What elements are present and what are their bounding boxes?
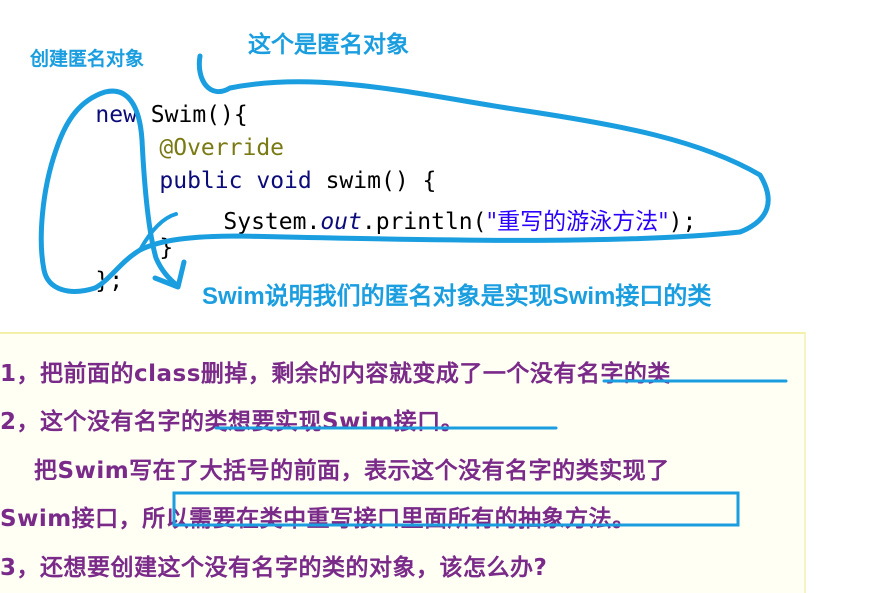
code-text: } [159, 235, 174, 261]
note-create-anon-object: 创建匿名对象 [30, 49, 145, 70]
slide-line-4: Swim接口，所以需要在类中重写接口里面所有的抽象方法。 [0, 506, 636, 532]
code-text: .println( [361, 209, 487, 235]
string-literal: "重写的游泳方法" [486, 209, 669, 235]
note-swim-explanation: Swim说明我们的匿名对象是实现Swim接口的类 [202, 283, 712, 310]
code-text: System. [223, 209, 321, 235]
field-out: out [320, 209, 362, 235]
code-text: }; [95, 268, 124, 294]
slide-line-3: 把Swim写在了大括号的前面，表示这个没有名字的类实现了 [34, 458, 670, 484]
code-screenshot: new Swim(){ @Override public void swim()… [0, 0, 886, 332]
slide-line-1: 1，把前面的class删掉，剩余的内容就变成了一个没有名字的类 [0, 361, 671, 387]
code-line-println: System.out.println("重写的游泳方法"); [168, 176, 696, 262]
note-this-is-anon-object: 这个是匿名对象 [248, 31, 409, 57]
code-text: ); [668, 209, 697, 235]
slide-line-5: 3，还想要创建这个没有名字的类的对象，该怎么办? [0, 555, 548, 581]
explanation-slide: 1，把前面的class删掉，剩余的内容就变成了一个没有名字的类 2，这个没有名字… [0, 332, 806, 593]
code-line-close-class: }; [40, 242, 123, 320]
slide-line-2: 2，这个没有名字的类想要实现Swim接口。 [0, 409, 465, 435]
